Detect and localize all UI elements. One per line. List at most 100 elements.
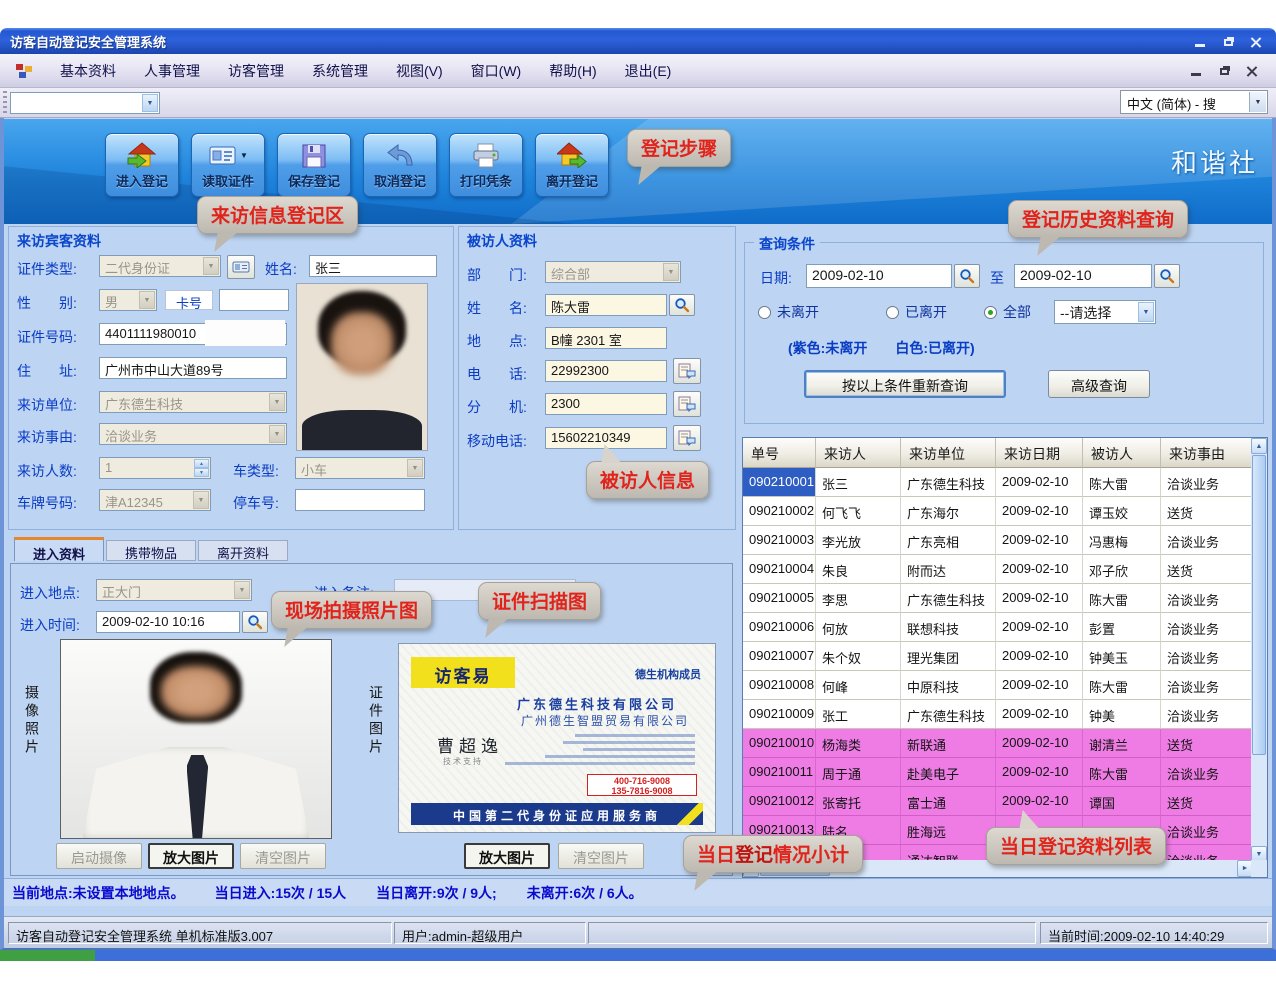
- table-row[interactable]: 090210012张寄托富士通2009-02-10谭国送货: [743, 787, 1253, 816]
- interviewee-name-field[interactable]: 陈大雷: [545, 294, 667, 316]
- vertical-scrollbar[interactable]: ▲ ▼: [1251, 438, 1267, 862]
- scroll-up-icon[interactable]: ▲: [1251, 438, 1267, 454]
- date-from-field[interactable]: 2009-02-10: [806, 264, 952, 288]
- print-slip-button[interactable]: 打印凭条: [449, 133, 523, 197]
- location-field[interactable]: B幢 2301 室: [545, 327, 667, 349]
- dial-ext-button[interactable]: [673, 391, 701, 417]
- people-count-stepper[interactable]: 1 ▲▼: [99, 457, 211, 479]
- minimize-icon[interactable]: [1190, 33, 1210, 49]
- id-type-combobox[interactable]: 二代身份证▼: [99, 255, 221, 277]
- radio-1[interactable]: 未离开: [758, 302, 819, 322]
- reason-combobox[interactable]: 洽谈业务▼: [99, 423, 287, 445]
- address-field[interactable]: 广州市中山大道89号: [99, 357, 287, 379]
- spin-down-icon[interactable]: ▼: [194, 468, 209, 477]
- parking-field[interactable]: [295, 489, 425, 511]
- table-row[interactable]: 090210003李光放广东亮相2009-02-10冯惠梅洽谈业务: [743, 526, 1253, 555]
- date-to-picker-button[interactable]: [1154, 264, 1180, 288]
- table-row[interactable]: 090210006何放联想科技2009-02-10彭置洽谈业务: [743, 613, 1253, 642]
- dial-mobile-button[interactable]: [673, 425, 701, 451]
- requery-button[interactable]: 按以上条件重新查询: [804, 370, 1006, 398]
- radio-3[interactable]: 全部: [984, 302, 1031, 322]
- cancel-register-button[interactable]: 取消登记: [363, 133, 437, 197]
- table-row[interactable]: 090210009张工广东德生科技2009-02-10钟美洽谈业务: [743, 700, 1253, 729]
- enter-register-button[interactable]: 进入登记: [105, 133, 179, 197]
- table-row[interactable]: 090210005李思广东德生科技2009-02-10陈大雷洽谈业务: [743, 584, 1253, 613]
- taskbar-edge[interactable]: [0, 950, 1276, 961]
- entry-time-field[interactable]: 2009-02-10 10:16: [96, 611, 240, 633]
- gender-combobox[interactable]: 男▼: [99, 289, 157, 311]
- radio-dot-icon[interactable]: [984, 306, 997, 319]
- time-picker-button[interactable]: [242, 611, 268, 633]
- chevron-down-icon[interactable]: ▼: [234, 581, 250, 599]
- chevron-down-icon[interactable]: ▼: [142, 94, 158, 112]
- quick-select-combobox[interactable]: ▼: [10, 92, 160, 114]
- menu-item-4[interactable]: 系统管理: [298, 56, 382, 86]
- mdi-restore-icon[interactable]: [1214, 62, 1234, 78]
- menu-item-2[interactable]: 人事管理: [130, 56, 214, 86]
- dept-combobox[interactable]: 综合部▼: [545, 261, 681, 283]
- phone-field[interactable]: 22992300: [545, 360, 667, 382]
- menu-item-1[interactable]: 基本资料: [46, 56, 130, 86]
- leave-register-button[interactable]: 离开登记: [535, 133, 609, 197]
- chevron-down-icon[interactable]: ▼: [407, 459, 423, 477]
- dial-phone-button[interactable]: [673, 358, 701, 384]
- plate-combobox[interactable]: 津A12345▼: [99, 489, 211, 511]
- table-header-1[interactable]: 单号: [743, 438, 816, 468]
- tab-2[interactable]: 携带物品: [106, 540, 196, 561]
- visitor-name-field[interactable]: 张三: [309, 255, 437, 277]
- spin-up-icon[interactable]: ▲: [194, 459, 209, 468]
- table-row[interactable]: 090210007朱个奴理光集团2009-02-10钟美玉洽谈业务: [743, 642, 1253, 671]
- chevron-down-icon[interactable]: ▼: [1138, 302, 1154, 322]
- table-row[interactable]: 090210004朱良附而达2009-02-10邓子欣送货: [743, 555, 1253, 584]
- ext-field[interactable]: 2300: [545, 393, 667, 415]
- tab-1[interactable]: 进入资料: [14, 537, 104, 561]
- enlarge-scan-button[interactable]: 放大图片: [464, 843, 550, 869]
- chevron-down-icon[interactable]: ▼: [1249, 92, 1266, 112]
- mdi-close-icon[interactable]: [1242, 62, 1262, 78]
- restore-icon[interactable]: [1218, 33, 1238, 49]
- chevron-down-icon[interactable]: ▼: [193, 491, 209, 509]
- radio-2[interactable]: 已离开: [886, 302, 947, 322]
- radio-dot-icon[interactable]: [886, 306, 899, 319]
- start-camera-button[interactable]: 启动摄像: [56, 843, 142, 869]
- menu-item-5[interactable]: 视图(V): [382, 56, 457, 86]
- advanced-query-button[interactable]: 高级查询: [1048, 370, 1150, 398]
- table-header-2[interactable]: 来访人: [816, 438, 901, 468]
- clear-photo-button[interactable]: 清空图片: [240, 843, 326, 869]
- close-icon[interactable]: [1246, 33, 1266, 49]
- vertical-scroll-thumb[interactable]: [1252, 455, 1266, 755]
- menu-item-8[interactable]: 退出(E): [611, 56, 686, 86]
- title-bar[interactable]: 访客自动登记安全管理系统: [0, 28, 1276, 54]
- table-row[interactable]: 090210010杨海类新联通2009-02-10谢清兰送货: [743, 729, 1253, 758]
- chevron-down-icon[interactable]: ▼: [203, 257, 219, 275]
- clear-scan-button[interactable]: 清空图片: [558, 843, 644, 869]
- chevron-down-icon[interactable]: ▼: [139, 291, 155, 309]
- vehicle-type-combobox[interactable]: 小车▼: [295, 457, 425, 479]
- table-header-6[interactable]: 来访事由: [1161, 438, 1253, 468]
- date-from-picker-button[interactable]: [954, 264, 980, 288]
- card-no-field[interactable]: [219, 289, 289, 311]
- table-row[interactable]: 090210002何飞飞广东海尔2009-02-10谭玉姣送货: [743, 497, 1253, 526]
- search-person-button[interactable]: [669, 294, 695, 316]
- chevron-down-icon[interactable]: ▼: [240, 151, 248, 160]
- menu-item-7[interactable]: 帮助(H): [535, 56, 610, 86]
- entry-location-combobox[interactable]: 正大门▼: [96, 579, 252, 601]
- table-row[interactable]: 090210008何峰中原科技2009-02-10陈大雷洽谈业务: [743, 671, 1253, 700]
- language-selector[interactable]: 中文 (简体) - 搜 ▼: [1120, 90, 1268, 114]
- table-header-4[interactable]: 来访日期: [996, 438, 1083, 468]
- radio-dot-icon[interactable]: [758, 306, 771, 319]
- status-select[interactable]: --请选择▼: [1054, 300, 1156, 324]
- company-combobox[interactable]: 广东德生科技▼: [99, 391, 287, 413]
- menu-item-6[interactable]: 窗口(W): [457, 56, 536, 86]
- chevron-down-icon[interactable]: ▼: [269, 393, 285, 411]
- enlarge-photo-button[interactable]: 放大图片: [148, 843, 234, 869]
- table-header-3[interactable]: 来访单位: [901, 438, 996, 468]
- table-row[interactable]: 090210011周于通赴美电子2009-02-10陈大雷洽谈业务: [743, 758, 1253, 787]
- date-to-field[interactable]: 2009-02-10: [1014, 264, 1152, 288]
- tab-3[interactable]: 离开资料: [198, 540, 288, 561]
- table-row[interactable]: 090210001张三广东德生科技2009-02-10陈大雷洽谈业务: [743, 468, 1253, 497]
- mdi-minimize-icon[interactable]: [1186, 62, 1206, 78]
- chevron-down-icon[interactable]: ▼: [663, 263, 679, 281]
- read-id-button[interactable]: ▼读取证件: [191, 133, 265, 197]
- card-reader-button[interactable]: [227, 255, 255, 279]
